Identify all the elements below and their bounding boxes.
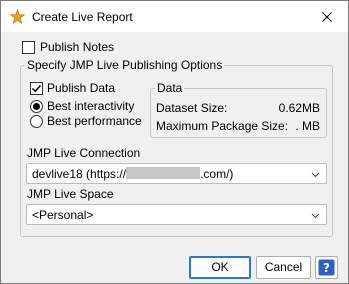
- chevron-down-icon: [311, 172, 320, 178]
- window-title: Create Live Report: [32, 10, 133, 24]
- connection-label: JMP Live Connection: [27, 146, 141, 160]
- space-dropdown[interactable]: <Personal>: [26, 204, 327, 225]
- chevron-down-icon: [311, 213, 320, 219]
- best-performance-label: Best performance: [47, 114, 142, 128]
- data-size-legend: Data: [155, 81, 185, 95]
- publish-notes-checkbox[interactable]: [22, 41, 35, 54]
- dataset-size-label: Dataset Size:: [156, 101, 228, 115]
- title-bar: Create Live Report: [1, 1, 348, 32]
- publish-data-checkbox[interactable]: [30, 82, 43, 95]
- space-label: JMP Live Space: [27, 187, 114, 201]
- close-icon: [322, 11, 332, 22]
- ok-button[interactable]: OK: [189, 256, 251, 279]
- connection-value: devlive18 (https://.com/): [32, 167, 234, 181]
- best-performance-radio[interactable]: [30, 115, 43, 128]
- create-live-report-dialog: Create Live Report Publish Notes Specify…: [0, 0, 349, 284]
- dataset-size-value: 0.62MB: [278, 101, 320, 115]
- space-value: <Personal>: [32, 208, 94, 222]
- publish-data-label: Publish Data: [47, 81, 116, 95]
- best-interactivity-radio[interactable]: [30, 100, 43, 113]
- max-package-size-value: . MB: [295, 119, 320, 133]
- best-interactivity-label: Best interactivity: [47, 99, 135, 113]
- checkmark-icon: [31, 84, 42, 93]
- close-button[interactable]: [308, 1, 346, 32]
- publishing-options-legend: Specify JMP Live Publishing Options: [25, 58, 225, 72]
- svg-text:?: ?: [323, 261, 330, 275]
- connection-dropdown[interactable]: devlive18 (https://.com/): [26, 163, 327, 184]
- cancel-button[interactable]: Cancel: [256, 256, 311, 279]
- redacted-host: [126, 167, 201, 179]
- help-question-icon: ?: [318, 259, 335, 276]
- jmp-star-icon: [10, 9, 25, 24]
- max-package-size-label: Maximum Package Size:: [156, 119, 289, 133]
- publish-notes-label: Publish Notes: [40, 40, 115, 54]
- help-button[interactable]: ?: [315, 256, 338, 279]
